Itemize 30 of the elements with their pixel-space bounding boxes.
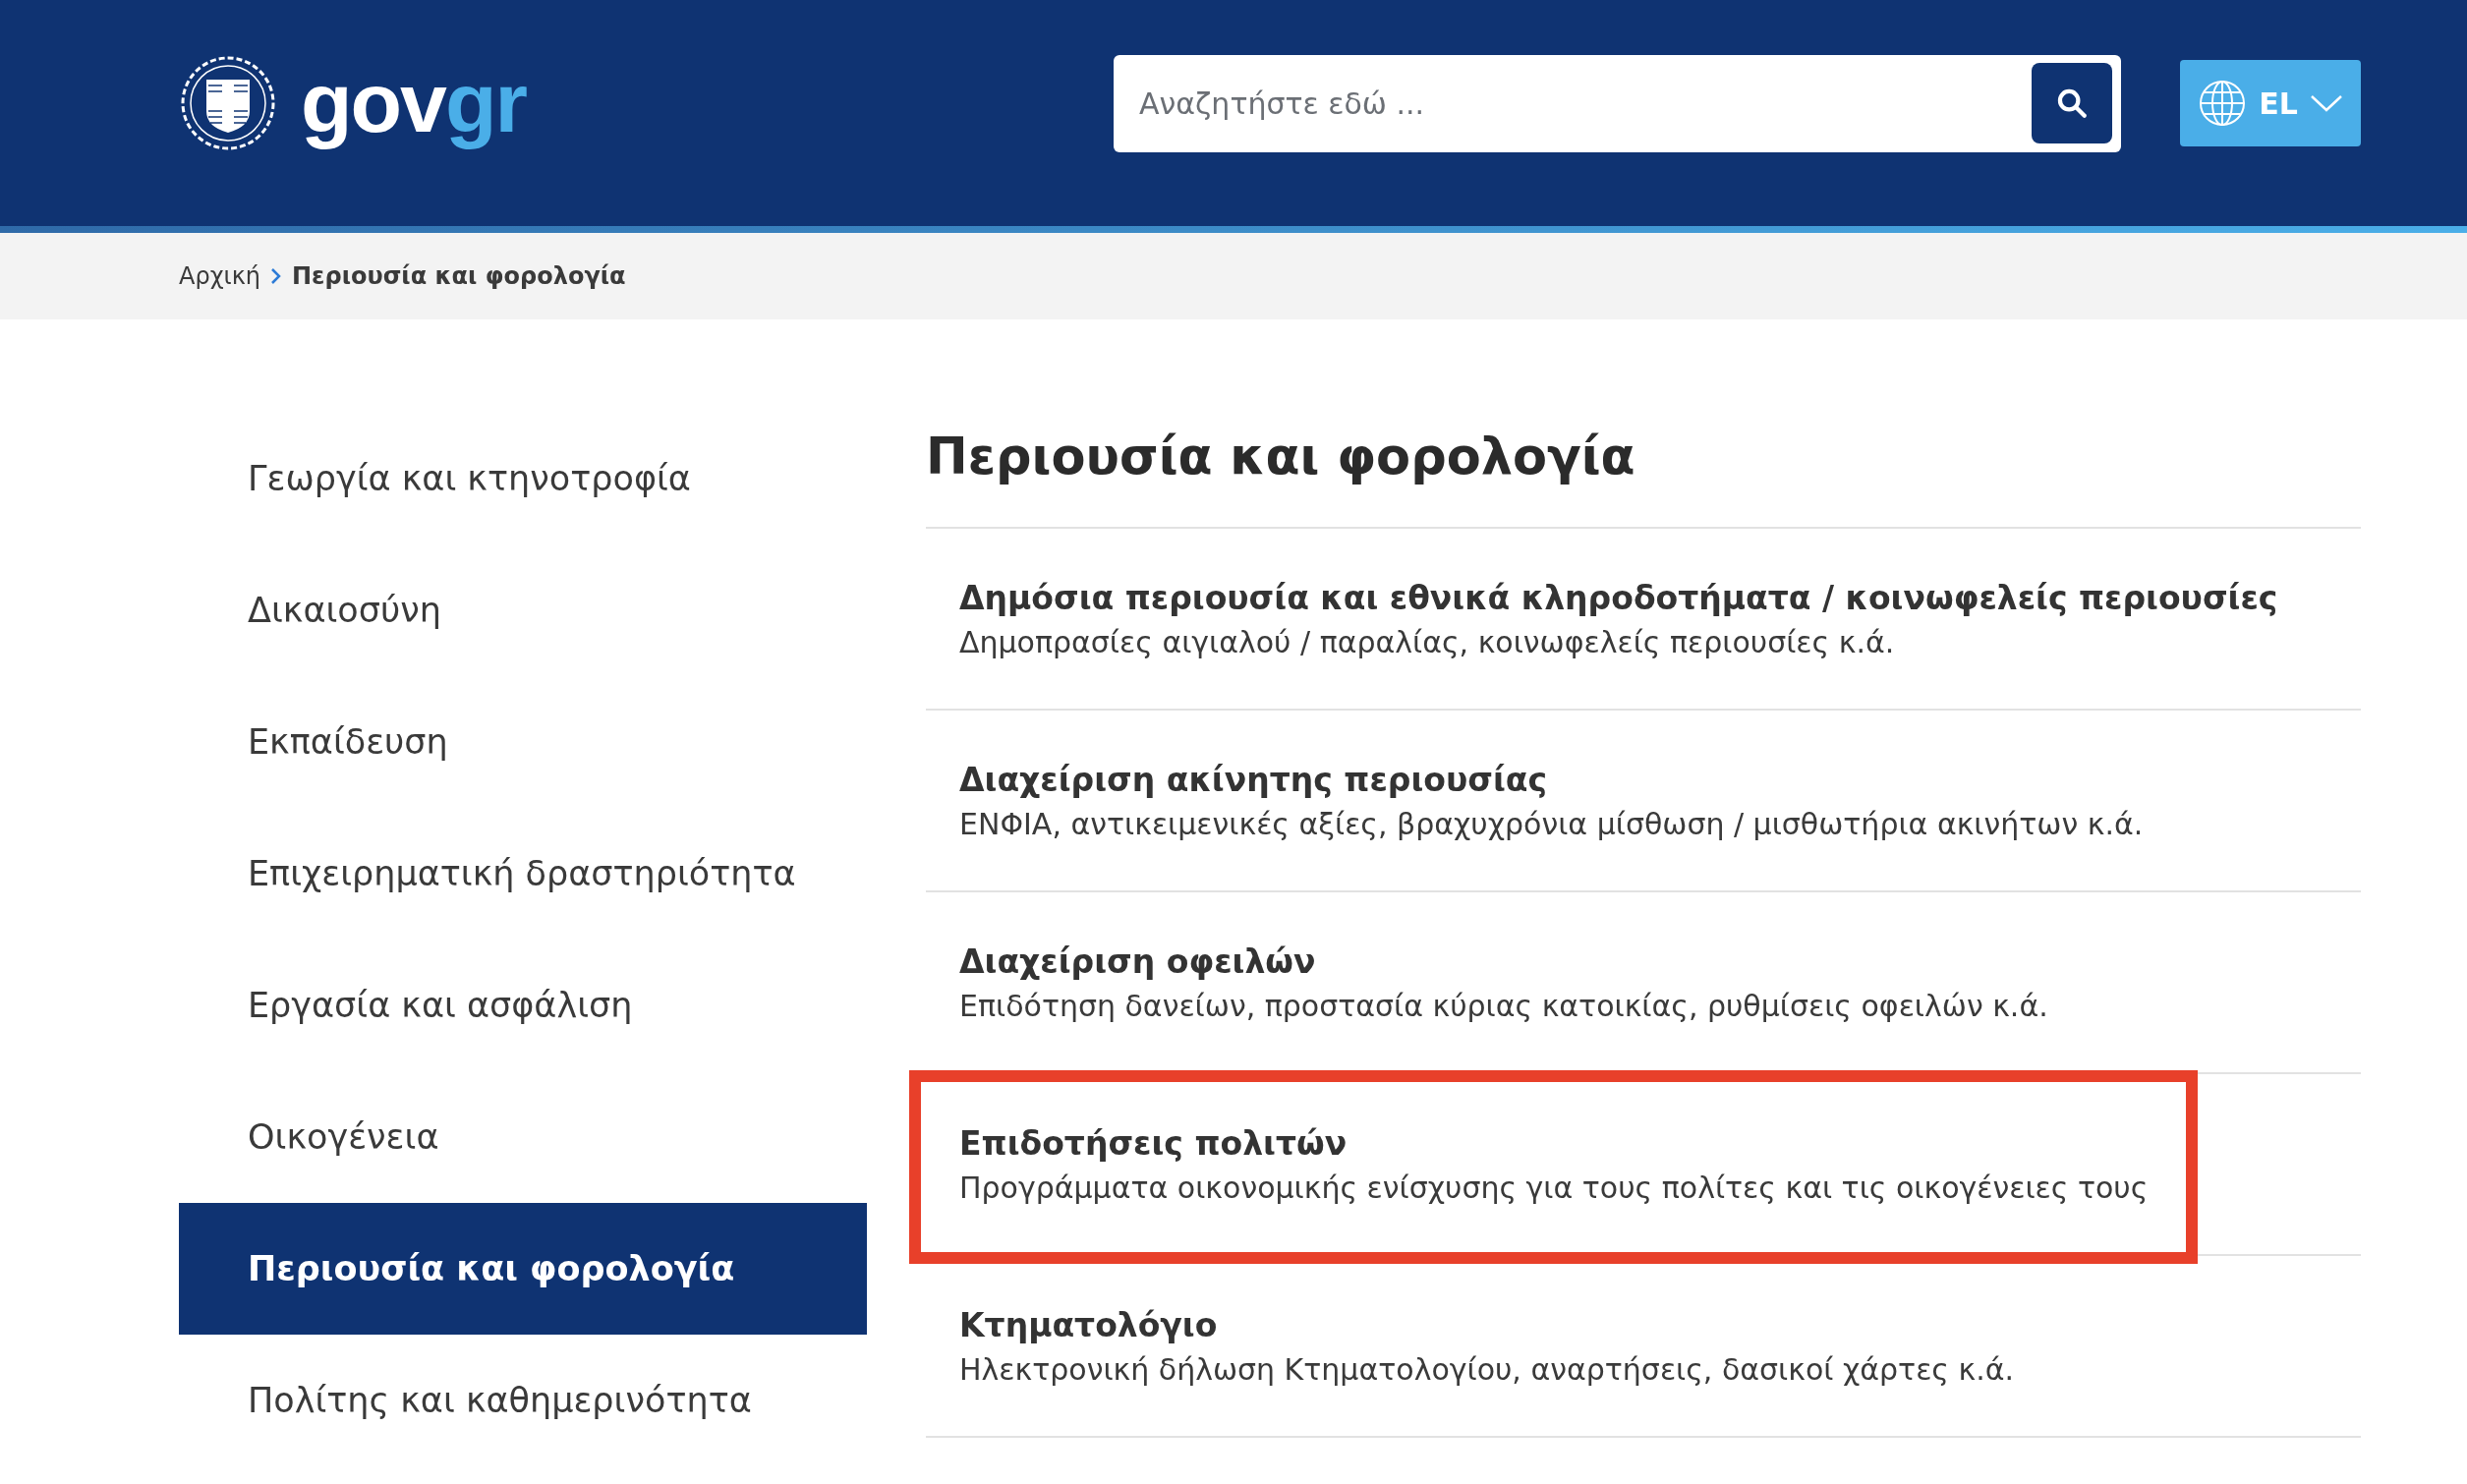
search-icon — [2055, 86, 2089, 120]
page-title: Περιουσία και φορολογία — [926, 413, 2361, 529]
topic-description: Προγράμματα οικονομικής ενίσχυσης για τους πολίτες και τις οικογένειες τους — [959, 1170, 2150, 1205]
topic-link[interactable]: Κτηματολόγιο — [959, 1305, 2361, 1344]
topic-description: Επιδότηση δανείων, προστασία κύριας κατοικίας, ρυθμίσεις οφειλών κ.ά. — [959, 988, 2049, 1023]
topic-description: Δημοπρασίες αιγιαλού / παραλίας, κοινωφελείς περιουσίες κ.ά. — [959, 624, 1896, 659]
search-field[interactable]: Αναζητήστε εδώ ... — [1137, 85, 2032, 122]
topic-description: ΕΝΦΙΑ, αντικειμενικές αξίες, βραχυχρόνια μίσθωση / μισθωτήρια ακινήτων κ.ά. — [959, 806, 2145, 841]
topic-link[interactable]: Δημόσια περιουσία και εθνικά κληροδοτήματα / κοινωφελείς περιουσίες — [959, 578, 2361, 617]
search-bar[interactable]: Αναζητήστε εδώ ... — [1114, 54, 2121, 152]
logo-wordmark[interactable]: govgr — [297, 50, 530, 156]
emblem-icon — [179, 54, 277, 152]
topic-link[interactable]: Διαχείριση ακίνητης περιουσίας — [959, 760, 2361, 799]
sidebar-item[interactable]: Οικογένεια — [179, 1071, 867, 1203]
sidebar-item[interactable]: Εκπαίδευση — [179, 676, 867, 808]
sidebar-item[interactable]: Επιχειρηματική δραστηριότητα — [179, 808, 867, 940]
topic-link[interactable]: Επιδοτήσεις πολιτών — [959, 1123, 2361, 1163]
sidebar-item[interactable]: Δικαιοσύνη — [179, 544, 867, 676]
sidebar-item[interactable]: Εργασία και ασφάλιση — [179, 940, 867, 1071]
sidebar-item[interactable]: Πολίτης και καθημερινότητα — [179, 1335, 867, 1466]
globe-icon — [2198, 79, 2248, 128]
search-button[interactable] — [2032, 63, 2112, 143]
breadcrumb-link[interactable]: Αρχική — [179, 262, 260, 290]
sidebar-item[interactable]: Γεωργία και κτηνοτροφία — [179, 413, 867, 544]
chevron-down-icon — [2309, 94, 2343, 112]
sidebar-item[interactable]: Περιουσία και φορολογία — [179, 1203, 867, 1335]
breadcrumb-current[interactable]: Περιουσία και φορολογία — [292, 262, 626, 290]
topic-description: Ηλεκτρονική δήλωση Κτηματολογίου, αναρτήσεις, δασικοί χάρτες κ.ά. — [959, 1351, 2016, 1387]
topic-link[interactable]: Διαχείριση οφειλών — [959, 942, 2361, 981]
chevron-right-icon — [270, 266, 282, 286]
